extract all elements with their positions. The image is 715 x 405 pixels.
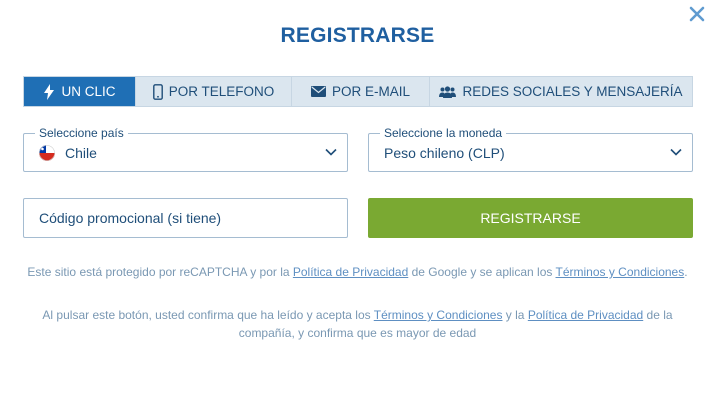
country-value: Chile	[65, 145, 97, 161]
tab-email[interactable]: POR E-MAIL	[292, 77, 430, 106]
phone-icon	[152, 83, 163, 100]
close-icon	[689, 6, 705, 22]
country-select[interactable]: Seleccione país Chile	[23, 126, 348, 172]
tab-label: POR E-MAIL	[331, 84, 410, 99]
promo-code-input[interactable]: Código promocional (si tiene)	[23, 198, 348, 238]
recaptcha-note: Este sitio está protegido por reCAPTCHA …	[20, 263, 695, 281]
tab-label: UN CLIC	[61, 84, 116, 99]
tab-label: POR TELEFONO	[168, 84, 275, 99]
privacy-policy-link[interactable]: Política de Privacidad	[293, 265, 408, 279]
note-text: de Google y se aplican los	[408, 265, 556, 279]
envelope-icon	[310, 86, 326, 97]
note-text: Al pulsar este botón, usted confirma que…	[42, 308, 374, 322]
terms-note: Al pulsar este botón, usted confirma que…	[40, 306, 675, 342]
close-button[interactable]	[687, 4, 707, 24]
register-button[interactable]: REGISTRARSE	[368, 198, 693, 238]
lightning-icon	[44, 83, 55, 100]
note-text: Este sitio está protegido por reCAPTCHA …	[27, 265, 293, 279]
users-icon	[439, 85, 457, 98]
privacy-policy-link[interactable]: Política de Privacidad	[528, 308, 643, 322]
tab-phone[interactable]: POR TELEFONO	[136, 77, 292, 106]
note-text: .	[684, 265, 688, 279]
country-label: Seleccione país	[35, 126, 128, 140]
currency-value: Peso chileno (CLP)	[384, 145, 505, 161]
registration-tabs: UN CLIC POR TELEFONO POR E-MAIL REDES SO…	[23, 76, 693, 107]
tab-social[interactable]: REDES SOCIALES Y MENSAJERÍA	[430, 77, 692, 106]
promo-code-placeholder: Código promocional (si tiene)	[39, 210, 222, 226]
chevron-down-icon	[670, 148, 682, 156]
note-text: y la	[502, 308, 528, 322]
chevron-down-icon	[325, 148, 337, 156]
tab-label: REDES SOCIALES Y MENSAJERÍA	[462, 84, 683, 99]
currency-select[interactable]: Seleccione la moneda Peso chileno (CLP)	[368, 126, 693, 172]
terms-link[interactable]: Términos y Condiciones	[556, 265, 685, 279]
terms-link[interactable]: Términos y Condiciones	[374, 308, 503, 322]
currency-label: Seleccione la moneda	[380, 126, 507, 140]
tab-one-click[interactable]: UN CLIC	[24, 77, 136, 106]
dialog-title: REGISTRARSE	[280, 24, 435, 47]
chile-flag-icon	[39, 145, 55, 161]
